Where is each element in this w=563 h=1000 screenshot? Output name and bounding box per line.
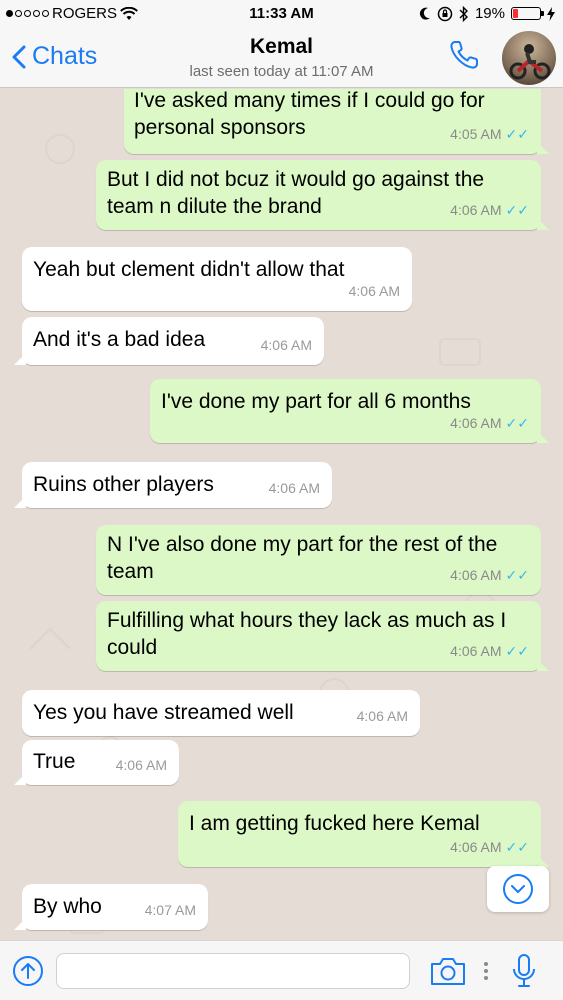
charging-icon xyxy=(547,6,555,21)
scroll-to-bottom-button[interactable] xyxy=(487,866,549,912)
message-meta: 4:05 AM ✓✓ xyxy=(450,121,529,148)
message-time: 4:06 AM xyxy=(348,283,400,299)
battery-percent: 19% xyxy=(474,5,505,22)
message-bubble[interactable]: By who 4:07 AM xyxy=(14,884,208,930)
message-meta: 4:07 AM xyxy=(145,897,196,924)
message-bubble[interactable]: And it's a bad idea 4:06 AM xyxy=(14,317,324,365)
message-meta: 4:06 AM ✓✓ xyxy=(450,638,529,665)
message-time: 4:06 AM xyxy=(450,567,502,583)
share-upload-icon[interactable] xyxy=(12,955,44,987)
message-bubble[interactable]: I am getting fucked here Kemal 4:06 AM ✓… xyxy=(178,801,549,867)
read-receipt-icon: ✓✓ xyxy=(505,567,529,583)
message-time: 4:06 AM xyxy=(450,415,502,431)
read-receipt-icon: ✓✓ xyxy=(505,415,529,431)
message-bubble[interactable]: I've done my part for all 6 months 4:06 … xyxy=(150,379,549,443)
chat-header: Chats Kemal last seen today at 11:07 AM xyxy=(0,28,563,88)
message-meta: 4:06 AM ✓✓ xyxy=(450,410,529,437)
orientation-lock-icon xyxy=(437,6,453,21)
read-receipt-icon: ✓✓ xyxy=(505,839,529,855)
microphone-icon[interactable] xyxy=(511,953,537,989)
status-bar: ROGERS 11:33 AM 19% xyxy=(0,0,563,28)
message-meta: 4:06 AM xyxy=(357,703,408,730)
message-time: 4:06 AM xyxy=(450,643,502,659)
message-meta: 4:06 AM xyxy=(269,475,320,502)
message-input[interactable] xyxy=(56,953,410,989)
message-list[interactable]: I've asked many times if I could go for … xyxy=(0,89,563,940)
phone-call-icon[interactable] xyxy=(447,38,481,72)
message-bubble[interactable]: True 4:06 AM xyxy=(14,740,179,785)
message-text: Yeah but clement didn't allow that xyxy=(33,258,345,281)
message-meta: 4:06 AM ✓✓ xyxy=(450,834,529,861)
chevron-down-circle-icon xyxy=(503,874,533,904)
message-meta: 4:06 AM xyxy=(116,752,167,779)
message-time: 4:06 AM xyxy=(450,202,502,218)
message-bubble[interactable]: But I did not bcuz it would go against t… xyxy=(96,160,549,230)
message-text: Yes you have streamed well xyxy=(33,701,294,724)
composer-bar xyxy=(0,940,563,1000)
message-bubble[interactable]: N I've also done my part for the rest of… xyxy=(96,525,541,595)
message-time: 4:06 AM xyxy=(260,337,312,353)
message-meta: 4:06 AM ✓✓ xyxy=(450,562,529,589)
message-meta: 4:06 AM xyxy=(261,332,312,359)
message-bubble[interactable]: Yes you have streamed well 4:06 AM xyxy=(22,690,420,736)
read-receipt-icon: ✓✓ xyxy=(505,126,529,142)
camera-icon[interactable] xyxy=(430,956,466,986)
battery-icon xyxy=(511,7,544,20)
bluetooth-icon xyxy=(459,5,468,22)
message-time: 4:06 AM xyxy=(450,839,502,855)
message-time: 4:06 AM xyxy=(356,708,408,724)
message-meta: 4:06 AM xyxy=(349,278,400,305)
message-time: 4:05 AM xyxy=(450,126,502,142)
read-receipt-icon: ✓✓ xyxy=(505,202,529,218)
message-meta: 4:06 AM ✓✓ xyxy=(450,197,529,224)
do-not-disturb-icon xyxy=(419,7,430,20)
message-text: I am getting fucked here Kemal xyxy=(189,812,480,835)
message-time: 4:06 AM xyxy=(268,480,320,496)
message-bubble[interactable]: Yeah but clement didn't allow that 4:06 … xyxy=(22,247,412,311)
message-bubble[interactable]: I've asked many times if I could go for … xyxy=(124,89,549,154)
message-bubble[interactable]: Ruins other players 4:06 AM xyxy=(14,462,332,508)
message-time: 4:06 AM xyxy=(115,757,167,773)
contact-avatar[interactable] xyxy=(502,31,556,85)
message-bubble[interactable]: Fulfilling what hours they lack as much … xyxy=(96,601,549,671)
more-vertical-icon xyxy=(484,962,488,980)
message-time: 4:07 AM xyxy=(144,902,196,918)
read-receipt-icon: ✓✓ xyxy=(505,643,529,659)
status-right: 19% xyxy=(419,5,555,22)
